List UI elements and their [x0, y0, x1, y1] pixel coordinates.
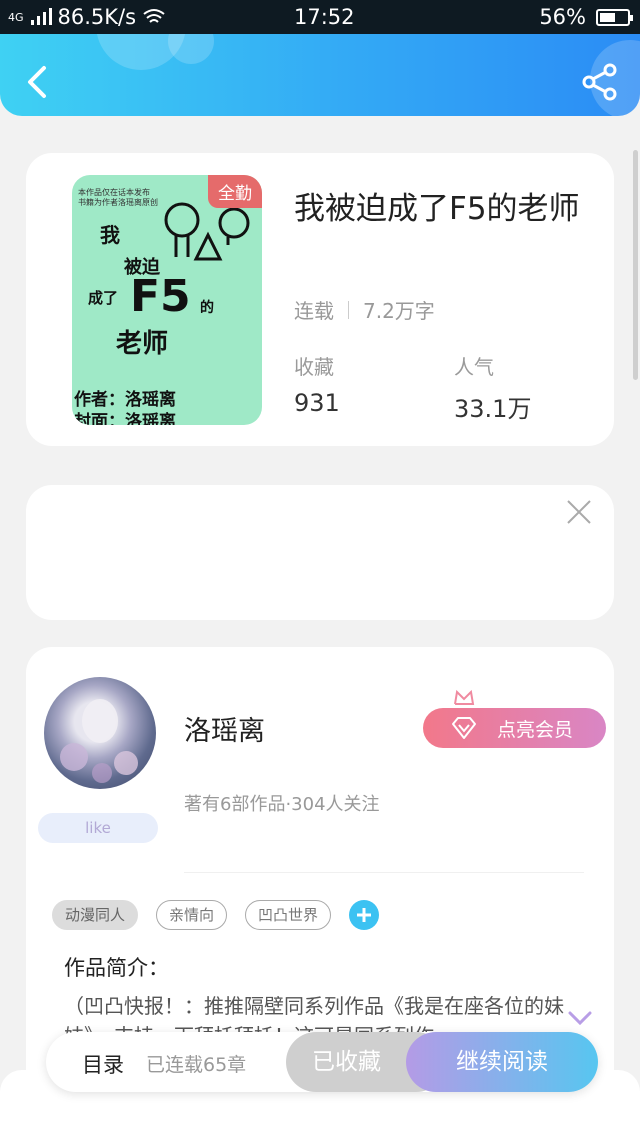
- avatar-art: [60, 699, 138, 783]
- tag-item[interactable]: 动漫同人: [52, 900, 139, 930]
- book-title: 我被迫成了F5的老师: [294, 191, 580, 227]
- svg-text:书籍为作者洛瑶离原创: 书籍为作者洛瑶离原创: [78, 197, 158, 207]
- book-cover[interactable]: 本作品仅在话本发布 书籍为作者洛瑶离原创 我 被迫 成了 F5 的 老师 作者：…: [72, 175, 262, 425]
- chapter-count: 已连载65章: [146, 1054, 247, 1076]
- chevron-down-icon[interactable]: [568, 1011, 592, 1025]
- cover-text-cover-by: 封面：洛瑶离: [74, 412, 176, 425]
- wifi-icon: [143, 9, 165, 23]
- vip-member-button[interactable]: 点亮会员: [423, 708, 606, 748]
- battery-level: [600, 12, 615, 22]
- favorites-label: 收藏: [294, 355, 334, 379]
- plus-icon: [357, 908, 372, 922]
- tag-item[interactable]: 凹凸世界: [245, 900, 332, 930]
- popularity-value: 33.1万: [454, 395, 532, 423]
- favorites-value: 931: [294, 389, 340, 417]
- cover-text-laoshi: 老师: [116, 329, 169, 359]
- meta-divider: [348, 300, 349, 319]
- scrollbar[interactable]: [633, 150, 638, 380]
- book-status: 连载: [294, 299, 334, 323]
- avatar[interactable]: [44, 677, 156, 789]
- share-button[interactable]: [580, 60, 620, 104]
- chevron-left-icon: [28, 66, 46, 98]
- author-name[interactable]: 洛瑶离: [184, 709, 265, 748]
- continue-reading-button[interactable]: 继续阅读: [406, 1032, 598, 1092]
- word-count: 7.2万字: [363, 299, 435, 323]
- book-meta: 连载 7.2万字: [294, 295, 435, 324]
- signal-icon: [30, 8, 52, 25]
- ad-banner: [26, 485, 614, 620]
- tag-item[interactable]: 亲情向: [156, 900, 228, 930]
- cover-text-chengle: 成了: [88, 289, 119, 307]
- status-bar: 4G 86.5K/s 17:52 56%: [0, 0, 640, 34]
- book-info-card: 本作品仅在话本发布 书籍为作者洛瑶离原创 我 被迫 成了 F5 的 老师 作者：…: [26, 153, 614, 446]
- back-button[interactable]: [20, 60, 54, 104]
- cover-text-f5: F5: [130, 271, 191, 322]
- network-speed: 86.5K/s: [57, 5, 137, 29]
- battery-icon: [596, 8, 633, 26]
- share-icon: [582, 63, 617, 101]
- like-badge: like: [38, 813, 158, 843]
- cover-text-de: 的: [200, 300, 214, 316]
- battery-percent: 56%: [539, 5, 586, 29]
- author-stats: 著有6部作品·304人关注: [184, 794, 380, 815]
- crown-icon: [454, 689, 475, 705]
- vip-label: 点亮会员: [497, 718, 574, 741]
- tag-list: 动漫同人 亲情向 凹凸世界: [52, 900, 380, 930]
- full-attendance-badge: 全勤: [208, 175, 262, 208]
- network-label: 4G: [8, 10, 24, 24]
- svg-text:本作品仅在话本发布: 本作品仅在话本发布: [78, 187, 150, 197]
- toc-button[interactable]: 目录: [82, 1049, 124, 1079]
- bottom-action-bar: 目录 已连载65章 已收藏 继续阅读: [46, 1032, 598, 1092]
- close-ad-button[interactable]: [566, 499, 592, 525]
- popularity-label: 人气: [454, 355, 494, 379]
- intro-text: （凹凸快报！：推推隔壁同系列作品《我是在座各位的妹妹》，支持一下拜托拜托！这可是…: [64, 994, 564, 1035]
- cover-text-wo: 我: [100, 223, 120, 247]
- add-tag-button[interactable]: [349, 900, 380, 930]
- close-icon: [567, 500, 591, 524]
- clock: 17:52: [294, 5, 355, 29]
- diamond-icon: [452, 717, 476, 739]
- divider: [184, 872, 584, 873]
- intro-heading: 作品简介：: [64, 956, 169, 980]
